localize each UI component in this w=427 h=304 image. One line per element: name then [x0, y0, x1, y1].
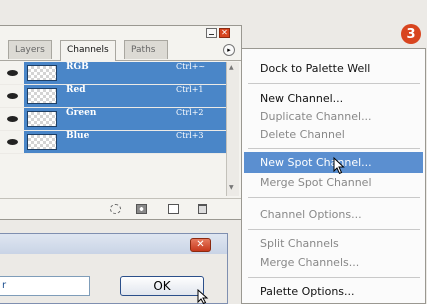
menu-item-split-channels[interactable]: Split Channels [244, 233, 423, 254]
menu-separator [248, 148, 420, 149]
channel-name: Red [66, 85, 86, 95]
channel-row-rgb[interactable]: RGB Ctrl+~ [0, 62, 227, 85]
tab-paths[interactable]: Paths [124, 40, 168, 59]
visibility-eye-icon[interactable] [0, 131, 24, 153]
tab-channels[interactable]: Channels [60, 40, 116, 61]
palette-scrollbar[interactable] [226, 62, 239, 196]
menu-separator [248, 83, 420, 84]
ok-button[interactable]: OK [120, 276, 204, 296]
channel-thumbnail [27, 88, 57, 104]
visibility-eye-icon[interactable] [0, 85, 24, 107]
channel-thumbnail [27, 111, 57, 127]
channel-name: Green [66, 108, 97, 118]
channels-palette-menu: Dock to Palette Well New Channel... Dupl… [241, 48, 426, 304]
palette-menu-arrow-icon[interactable]: ▸ [223, 44, 235, 56]
scroll-up-arrow-icon[interactable]: ▲ [229, 64, 234, 71]
minimize-button[interactable] [206, 28, 217, 38]
save-selection-icon[interactable] [136, 204, 147, 214]
menu-item-palette-options[interactable]: Palette Options... [244, 281, 423, 302]
channel-list: RGB Ctrl+~ Red Ctrl+1 Green Ctrl+2 Blue … [0, 62, 227, 154]
menu-separator [248, 197, 420, 198]
channel-shortcut: Ctrl+2 [176, 108, 204, 117]
channel-shortcut: Ctrl+~ [176, 62, 206, 71]
channel-thumbnail [27, 65, 57, 81]
channel-shortcut: Ctrl+1 [176, 85, 204, 94]
tab-layers[interactable]: Layers [8, 40, 52, 59]
channel-name-input[interactable]: r [0, 276, 90, 296]
visibility-eye-icon[interactable] [0, 108, 24, 130]
close-button[interactable]: ✕ [219, 28, 230, 38]
palette-tab-bar: Layers Channels Paths [0, 40, 241, 61]
channel-row-red[interactable]: Red Ctrl+1 [0, 85, 227, 108]
dialog-close-button[interactable]: ✕ [190, 238, 211, 252]
menu-item-merge-channels[interactable]: Merge Channels... [244, 252, 423, 273]
channel-row-blue[interactable]: Blue Ctrl+3 [0, 131, 227, 154]
scroll-down-arrow-icon[interactable]: ▼ [229, 184, 234, 191]
channels-palette: ✕ Layers Channels Paths ▸ RGB Ctrl+~ Red… [0, 25, 242, 220]
new-channel-icon[interactable] [168, 204, 179, 214]
palette-titlebar [0, 26, 241, 40]
channel-name: RGB [66, 62, 89, 72]
menu-item-channel-options[interactable]: Channel Options... [244, 204, 423, 225]
channel-shortcut: Ctrl+3 [176, 131, 204, 140]
load-selection-icon[interactable] [110, 204, 121, 214]
menu-separator [248, 229, 420, 230]
channel-name: Blue [66, 131, 90, 141]
channel-thumbnail [27, 134, 57, 150]
step-number-badge: 3 [401, 24, 421, 44]
palette-bottom-toolbar [0, 198, 241, 220]
mouse-pointer-icon [333, 157, 345, 175]
menu-separator [248, 277, 420, 278]
menu-item-merge-spot-channel[interactable]: Merge Spot Channel [244, 172, 423, 193]
channel-row-green[interactable]: Green Ctrl+2 [0, 108, 227, 131]
menu-item-dock-to-palette-well[interactable]: Dock to Palette Well [244, 58, 423, 79]
visibility-eye-icon[interactable] [0, 62, 24, 84]
trash-icon[interactable] [198, 204, 207, 214]
mouse-pointer-icon [197, 289, 209, 304]
menu-item-delete-channel[interactable]: Delete Channel [244, 124, 423, 145]
